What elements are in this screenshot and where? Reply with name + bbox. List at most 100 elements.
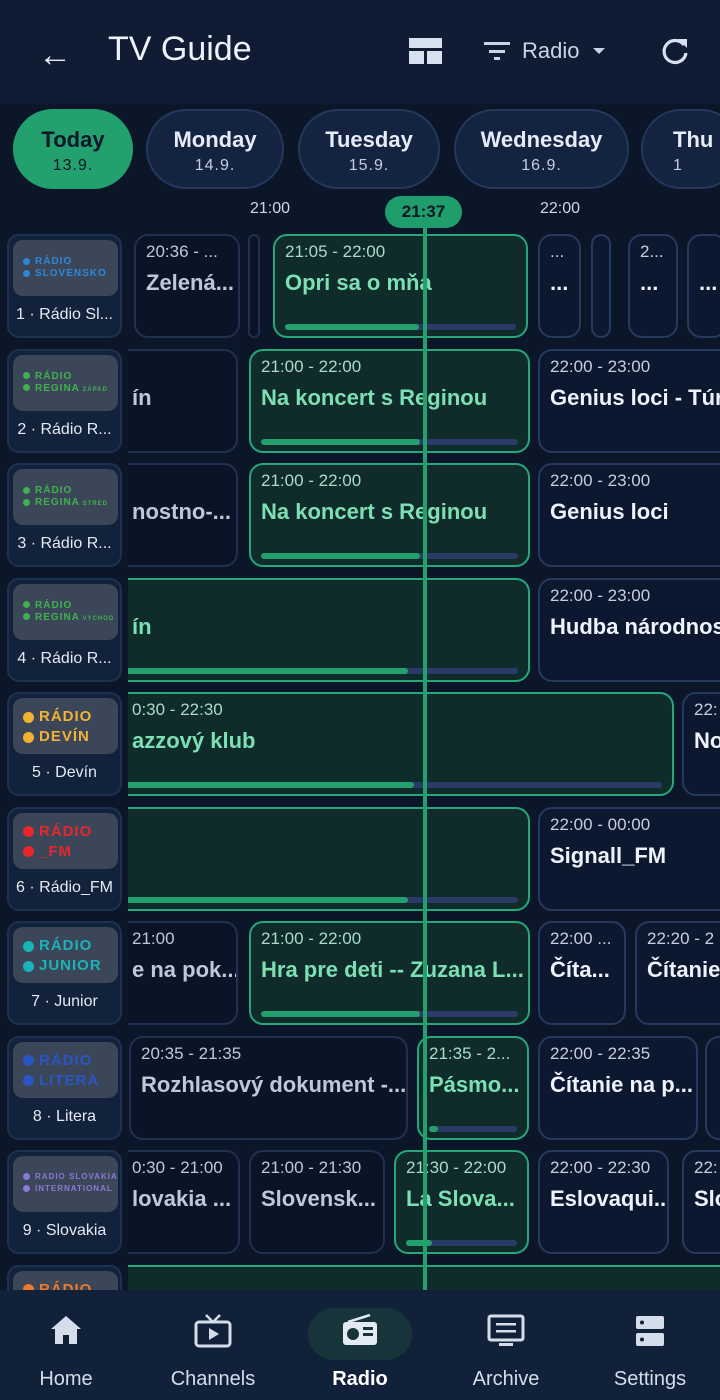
program-block[interactable]: 22:00 - 23:00 Genius loci bbox=[538, 463, 720, 567]
day-selector: Today 13.9. Monday 14.9. Tuesday 15.9. Wednesd… bbox=[0, 104, 720, 196]
bottom-navigation: Home Channels Radio Archive Settings bbox=[0, 1290, 720, 1400]
program-block[interactable]: 22:00 - 22:35 Čítanie na p... bbox=[538, 1035, 698, 1140]
program-progress-fill bbox=[285, 324, 419, 330]
program-block[interactable]: 21:00 - 21:30 Slovensk... bbox=[249, 1150, 385, 1254]
day-date: 13.9. bbox=[52, 157, 94, 174]
logo-line: DEVÍN bbox=[23, 728, 90, 745]
day-tab-2[interactable]: Monday 14.9. bbox=[146, 109, 284, 189]
program-block[interactable]: 2...... bbox=[628, 234, 678, 338]
channel-card[interactable]: RÁDIO bbox=[7, 1264, 122, 1290]
day-tab-1[interactable]: Today 13.9. bbox=[13, 109, 133, 189]
program-block[interactable]: 21:35 - 2... Pásmo... bbox=[417, 1035, 529, 1140]
program-block[interactable]: ... bbox=[687, 234, 720, 338]
program-title: ín bbox=[132, 613, 152, 639]
channel-logo: RÁDIO DEVÍN bbox=[13, 698, 118, 754]
program-block[interactable] bbox=[705, 1035, 720, 1140]
program-block[interactable]: 22:20 - 2 Čítanie bbox=[635, 921, 720, 1025]
program-title: Signall_FM bbox=[550, 842, 667, 868]
program-title: ín bbox=[132, 384, 152, 410]
program-block[interactable]: ín bbox=[128, 348, 238, 453]
nav-label: Settings bbox=[613, 1368, 687, 1390]
program-progress-fill bbox=[261, 438, 421, 445]
program-block[interactable]: 22: Slo bbox=[682, 1150, 720, 1254]
logo-line: REGINA STRED bbox=[23, 497, 108, 508]
logo-dot bbox=[23, 601, 30, 609]
day-tab-3[interactable]: Tuesday 15.9. bbox=[298, 109, 440, 189]
channel-card[interactable]: RÁDIO REGINA STRED 3 · Rádio R... bbox=[7, 463, 122, 567]
program-block[interactable]: 21:00 - 22:00 Na koncert s Reginou bbox=[249, 463, 530, 567]
program-block[interactable]: ...... bbox=[538, 234, 581, 338]
logo-dot bbox=[23, 498, 30, 506]
channel-name: 1 · Rádio Sl... bbox=[16, 306, 113, 323]
top-app-bar: ← TV Guide Radio bbox=[0, 0, 720, 104]
settings-icon bbox=[634, 1314, 666, 1353]
logo-dot bbox=[23, 613, 30, 621]
day-tab-5[interactable]: Thu 1 bbox=[641, 109, 720, 189]
program-block[interactable]: 21:30 - 22:00 La Slova... bbox=[394, 1150, 529, 1254]
program-block[interactable] bbox=[591, 234, 611, 338]
program-block[interactable]: 21:00 e na pok... bbox=[128, 921, 238, 1025]
channel-card[interactable]: RÁDIO _FM 6 · Rádio_FM bbox=[7, 806, 122, 911]
program-block[interactable]: 22:00 - 23:00 Hudba národnost bbox=[538, 577, 720, 682]
program-block[interactable]: 0:30 - 21:00 lovakia ... bbox=[128, 1150, 240, 1254]
channel-logo: RÁDIO REGINA STRED bbox=[13, 469, 118, 525]
program-block[interactable]: 0:30 - 22:30 azzový klub bbox=[128, 692, 674, 796]
program-block[interactable]: nostno-... bbox=[128, 463, 238, 567]
program-time: 22:00 - 22:35 bbox=[550, 1043, 651, 1063]
program-title: Rozhlasový dokument -... bbox=[141, 1071, 407, 1097]
program-block[interactable]: 21:00 - 22:00 Na koncert s Reginou bbox=[249, 348, 530, 453]
channel-card[interactable]: RÁDIO JUNIOR 7 · Junior bbox=[7, 921, 122, 1025]
nav-radio[interactable]: Radio bbox=[290, 1290, 430, 1400]
program-time: 2... bbox=[640, 242, 664, 261]
channel-card[interactable]: RÁDIO DEVÍN 5 · Devín bbox=[7, 692, 122, 796]
program-block[interactable] bbox=[248, 234, 260, 338]
program-progress-bar bbox=[285, 324, 516, 330]
program-progress-bar bbox=[128, 667, 518, 674]
program-block[interactable]: 22:00 ... Číta... bbox=[538, 921, 626, 1025]
time-axis: 21:00 22:00 bbox=[0, 196, 720, 230]
program-block[interactable]: 22:00 - 23:00 Genius loci - Túry bbox=[538, 348, 720, 453]
program-block[interactable] bbox=[128, 806, 530, 911]
filter-value: Radio bbox=[522, 38, 580, 63]
nav-channels[interactable]: Channels bbox=[140, 1290, 286, 1400]
program-time: 21:00 - 22:00 bbox=[261, 929, 362, 948]
channel-card[interactable]: RÁDIO REGINA ZÁPAD 2 · Rádio R... bbox=[7, 348, 122, 453]
nav-label: Channels bbox=[170, 1368, 256, 1390]
nav-archive[interactable]: Archive bbox=[436, 1290, 576, 1400]
program-block[interactable]: 20:36 - ... Zelená... bbox=[134, 234, 240, 338]
program-block[interactable]: ín bbox=[128, 577, 530, 682]
channel-card[interactable]: RÁDIO LITERA 8 · Litera bbox=[7, 1035, 122, 1140]
program-block[interactable]: 22: No bbox=[682, 692, 720, 796]
logo-text: _FM bbox=[39, 842, 72, 860]
logo-text: RÁDIO bbox=[35, 370, 73, 382]
day-tab-4[interactable]: Wednesday 16.9. bbox=[454, 109, 629, 189]
logo-subtext: VÝCHOD bbox=[79, 615, 115, 622]
channel-logo: RÁDIO JUNIOR bbox=[13, 927, 118, 983]
program-time: 21:00 - 22:00 bbox=[261, 471, 362, 490]
channel-card[interactable]: RÁDIO SLOVENSKO 1 · Rádio Sl... bbox=[7, 234, 122, 338]
program-block[interactable]: 20:35 - 21:35 Rozhlasový dokument -... bbox=[129, 1035, 408, 1140]
program-block[interactable]: 22:00 - 00:00 Signall_FM bbox=[538, 806, 720, 911]
layout-icon[interactable] bbox=[409, 38, 442, 64]
program-block[interactable]: 21:05 - 22:00 Opri sa o mňa bbox=[273, 234, 528, 338]
nav-settings[interactable]: Settings bbox=[580, 1290, 720, 1400]
channel-card[interactable]: RÁDIO REGINA VÝCHOD 4 · Rádio R... bbox=[7, 577, 122, 682]
program-block[interactable]: 21:00 - 22:00 Hra pre deti -- Zuzana L... bbox=[249, 921, 530, 1025]
tv-icon bbox=[194, 1314, 232, 1353]
logo-dot bbox=[23, 486, 30, 494]
filter-dropdown[interactable]: Radio bbox=[484, 36, 607, 66]
day-name: Monday bbox=[173, 127, 257, 152]
nav-home[interactable]: Home bbox=[0, 1290, 132, 1400]
program-progress-fill bbox=[128, 896, 408, 903]
program-time: 21:05 - 22:00 bbox=[285, 242, 386, 261]
radio-icon bbox=[342, 1313, 378, 1351]
program-title: Čítanie na p... bbox=[550, 1071, 694, 1097]
program-block[interactable]: 22:00 - 22:30 Eslovaqui... bbox=[538, 1150, 669, 1254]
logo-line: RÁDIO bbox=[23, 256, 72, 267]
day-name: Thu bbox=[673, 127, 714, 152]
refresh-icon[interactable] bbox=[660, 36, 690, 66]
program-time: 22:00 ... bbox=[550, 929, 612, 948]
back-arrow-icon[interactable]: ← bbox=[38, 36, 72, 75]
logo-text: RÁDIO bbox=[39, 822, 93, 840]
channel-card[interactable]: RADIO SLOVAKIA INTERNATIONAL 9 · Slovakia bbox=[7, 1150, 122, 1254]
